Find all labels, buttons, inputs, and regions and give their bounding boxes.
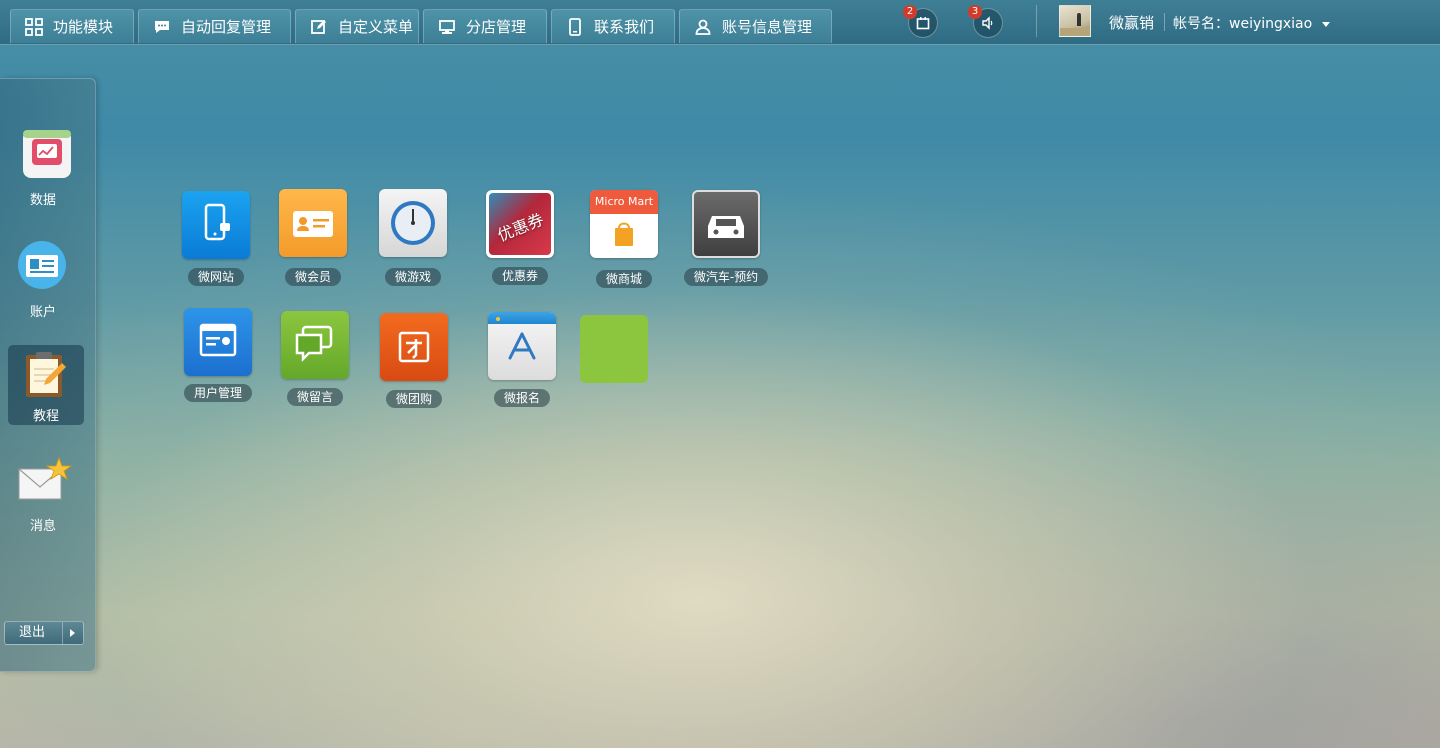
account-separator (1164, 13, 1165, 31)
sound-notification-button[interactable]: 3 (968, 5, 1003, 38)
left-sidebar: 数据 账户 教程 消息 退出 (0, 78, 96, 672)
car-icon (692, 190, 760, 258)
chevron-down-icon (1322, 21, 1331, 27)
notepad-icon (26, 352, 66, 397)
tab-custom-menu[interactable]: 自定义菜单 (295, 9, 419, 43)
tab-label: 账号信息管理 (722, 17, 813, 36)
app-micro-game[interactable]: 微游戏 (368, 189, 458, 286)
user-management-icon (184, 308, 252, 376)
blank-tile (580, 315, 648, 383)
app-label: 优惠券 (491, 267, 548, 285)
app-label: 微游戏 (384, 268, 441, 286)
app-coupon[interactable]: 优惠券 优惠券 (475, 190, 565, 285)
chart-icon (23, 130, 71, 178)
header-divider (1036, 5, 1037, 37)
tab-auto-reply[interactable]: 自动回复管理 (138, 9, 291, 43)
tab-label: 分店管理 (466, 17, 527, 36)
sidebar-item-label: 教程 (32, 409, 59, 424)
app-label: 微会员 (284, 268, 341, 286)
app-label: 微网站 (187, 268, 244, 286)
tab-label: 自定义菜单 (338, 17, 414, 36)
app-micro-signup[interactable]: 微报名 (477, 312, 567, 407)
tab-contact-us[interactable]: 联系我们 (551, 9, 675, 43)
mobile-site-icon (182, 191, 250, 259)
monitor-icon (439, 19, 455, 34)
notification-badge: 3 (968, 5, 982, 19)
app-micro-website[interactable]: 微网站 (171, 191, 261, 286)
app-micro-member[interactable]: 微会员 (268, 189, 358, 286)
app-label: 微团购 (385, 390, 442, 408)
app-label: 微商城 (595, 270, 652, 288)
sidebar-item-tutorial[interactable]: 教程 (8, 345, 84, 425)
account-name: 帐号名：weiyingxiao (1173, 16, 1313, 32)
app-label: 用户管理 (183, 384, 252, 402)
tab-label: 联系我们 (594, 17, 655, 36)
app-micro-message[interactable]: 微留言 (270, 311, 360, 406)
edit-icon (311, 19, 326, 34)
app-label: 微报名 (493, 389, 550, 407)
speaker-icon (982, 16, 993, 30)
tab-function-modules[interactable]: 功能模块 (10, 9, 134, 43)
avatar-photo (1060, 13, 1090, 36)
chevron-right-icon (62, 622, 83, 644)
phone-icon (569, 17, 581, 36)
avatar[interactable] (1059, 5, 1091, 37)
calendar-icon (916, 17, 930, 30)
user-icon (695, 19, 711, 35)
sidebar-item-messages[interactable]: 消息 (0, 456, 86, 534)
tab-label: 自动回复管理 (181, 17, 272, 36)
notification-badge: 2 (903, 5, 917, 19)
sidebar-item-label: 数据 (29, 193, 56, 208)
app-label: 微留言 (286, 388, 343, 406)
app-micro-car-booking[interactable]: 微汽车-预约 (681, 190, 771, 286)
member-card-icon (279, 189, 347, 257)
account-dropdown[interactable]: 帐号名：weiyingxiao (1173, 13, 1331, 33)
message-bubbles-icon (281, 311, 349, 379)
user-name: 微赢销 (1109, 14, 1155, 32)
calendar-notification-button[interactable]: 2 (903, 5, 938, 38)
app-label: 微汽车-预约 (683, 268, 769, 286)
id-card-icon (18, 241, 66, 289)
tab-label: 功能模块 (53, 17, 114, 36)
app-store-icon (488, 312, 556, 380)
shopping-bag-icon: Micro Mart (590, 190, 658, 258)
grid-icon (25, 17, 43, 36)
app-micro-group-buy[interactable]: 微团购 (369, 313, 459, 408)
mail-star-icon (18, 456, 73, 500)
logout-button[interactable]: 退出 (4, 621, 84, 645)
group-buy-icon (380, 313, 448, 381)
sidebar-item-account[interactable]: 账户 (0, 239, 86, 320)
app-micro-mall[interactable]: Micro Mart 微商城 (579, 190, 669, 288)
coupon-icon: 优惠券 (486, 190, 554, 258)
tab-branch-management[interactable]: 分店管理 (423, 9, 547, 43)
sidebar-item-label: 账户 (29, 305, 56, 320)
game-dial-icon (379, 189, 447, 257)
top-nav-bar: 功能模块 自动回复管理 自定义菜单 分店管理 联系我们 账号信息管理 2 3 微… (0, 0, 1440, 45)
sidebar-item-label: 消息 (29, 519, 56, 534)
app-user-management[interactable]: 用户管理 (173, 308, 263, 402)
chat-bubble-icon (155, 20, 169, 33)
app-blank-tile[interactable] (569, 315, 659, 383)
logout-label: 退出 (19, 625, 46, 640)
sidebar-item-data[interactable]: 数据 (0, 129, 86, 208)
tab-account-info[interactable]: 账号信息管理 (679, 9, 832, 43)
